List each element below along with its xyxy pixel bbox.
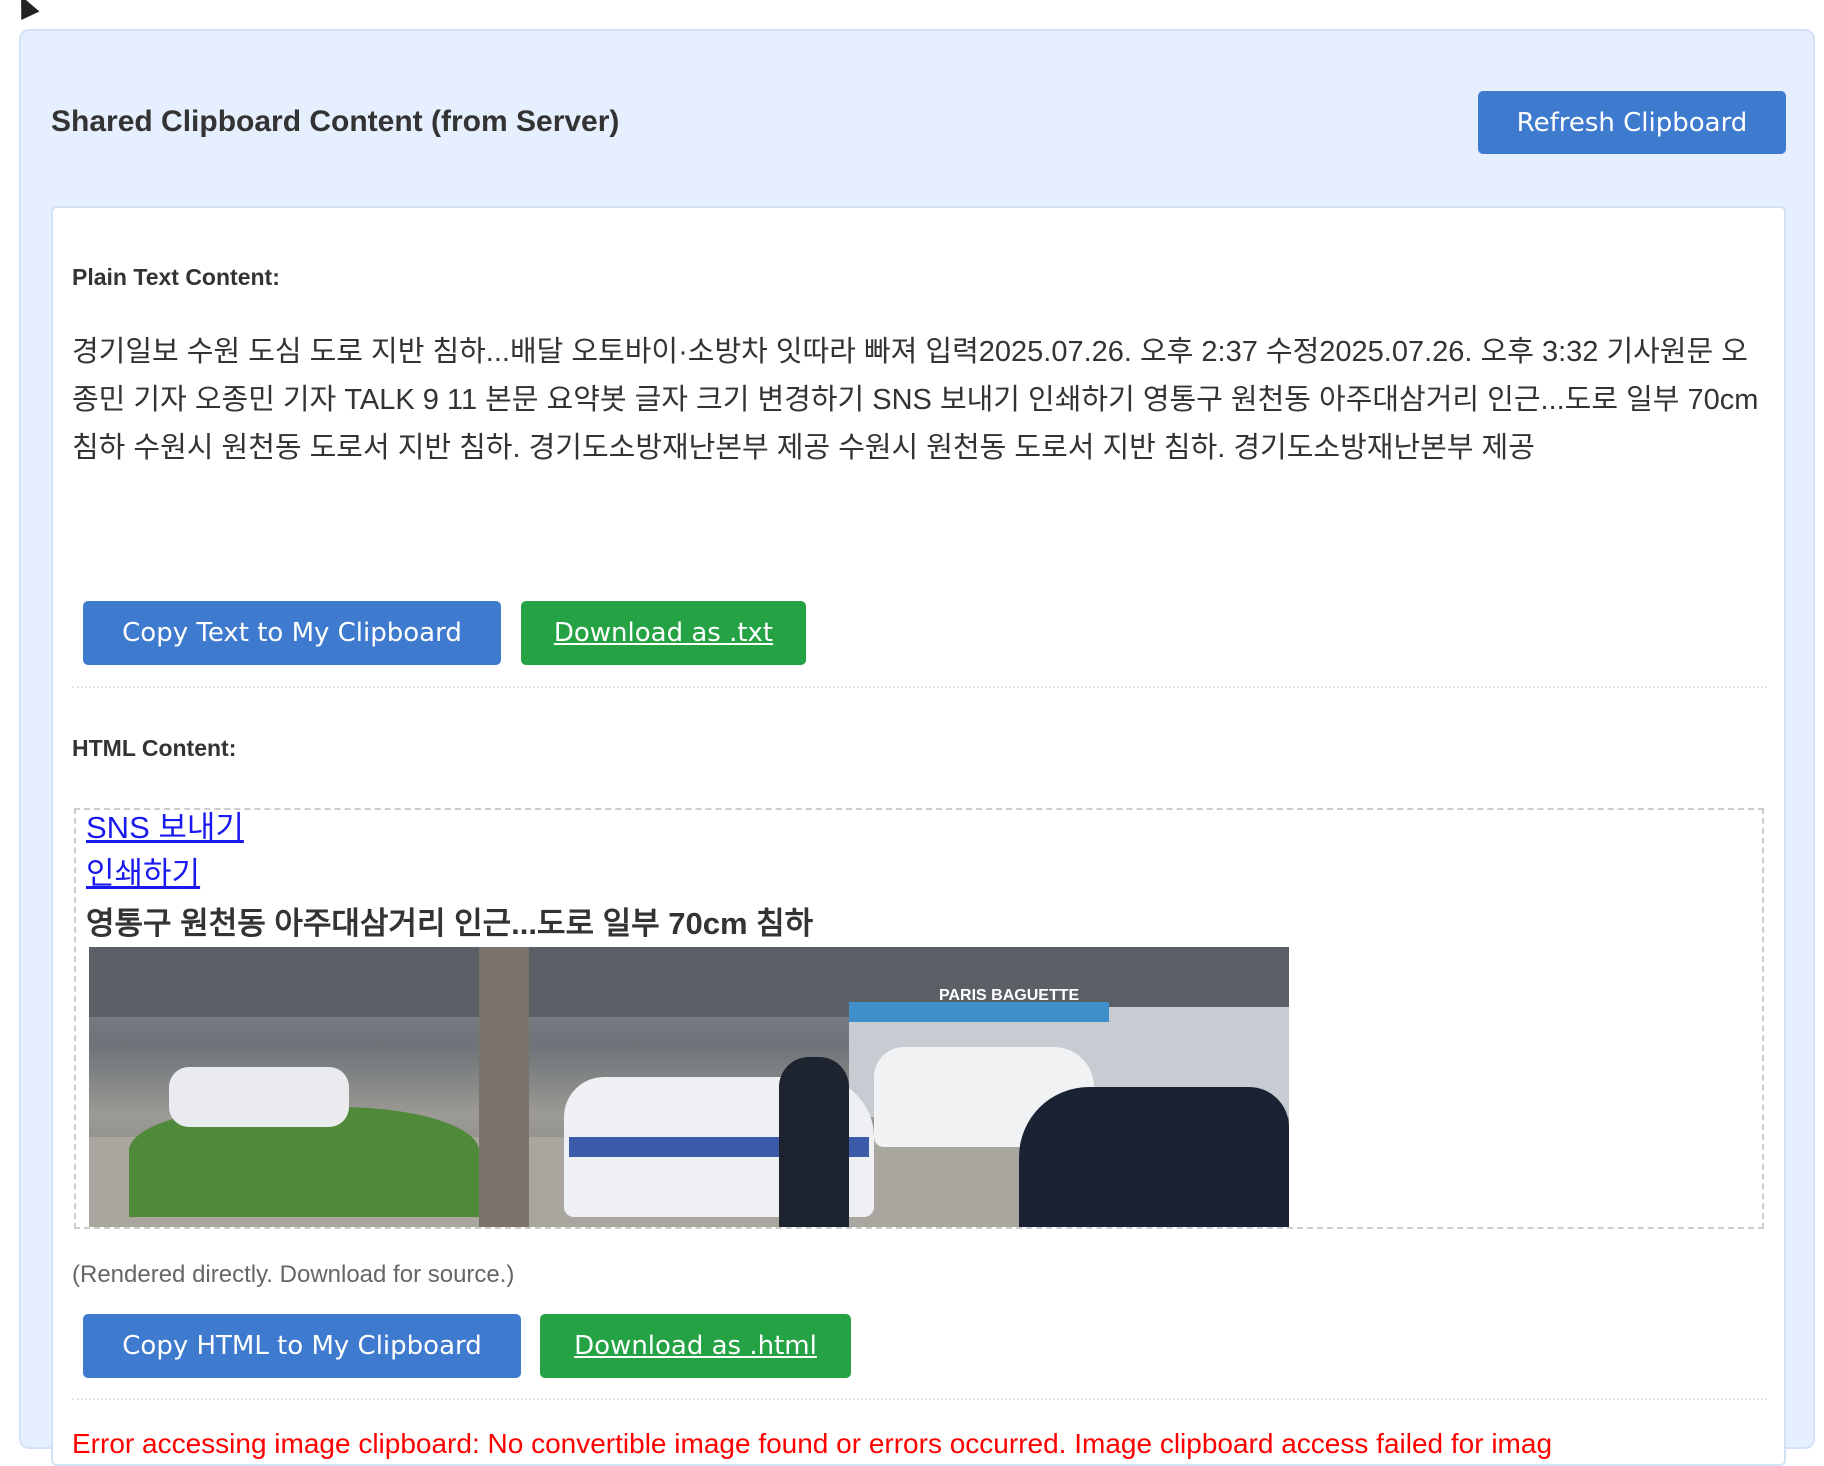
image-sign-text: PARIS BAGUETTE bbox=[939, 987, 1080, 1004]
panel-title: Shared Clipboard Content (from Server) bbox=[51, 105, 620, 138]
render-note: (Rendered directly. Download for source.… bbox=[72, 1261, 515, 1288]
download-html-button[interactable]: Download as .html bbox=[540, 1314, 851, 1378]
sns-share-link[interactable]: SNS 보내기 bbox=[86, 810, 244, 847]
refresh-clipboard-button[interactable]: Refresh Clipboard bbox=[1478, 91, 1786, 154]
article-subheading: 영통구 원천동 아주대삼거리 인근...도로 일부 70cm 침하 bbox=[86, 906, 814, 941]
image-clipboard-error: Error accessing image clipboard: No conv… bbox=[72, 1428, 1553, 1459]
download-txt-button[interactable]: Download as .txt bbox=[521, 601, 806, 665]
divider bbox=[72, 686, 1767, 688]
copy-html-button[interactable]: Copy HTML to My Clipboard bbox=[83, 1314, 521, 1378]
mouse-cursor-icon bbox=[12, 0, 40, 20]
html-render-box[interactable]: SNS 보내기 인쇄하기 영통구 원천동 아주대삼거리 인근...도로 일부 7… bbox=[74, 808, 1764, 1229]
article-photo: PARIS BAGUETTE bbox=[89, 947, 1289, 1227]
content-card: Plain Text Content: 경기일보 수원 도심 도로 지반 침하.… bbox=[51, 206, 1786, 1466]
plain-text-label: Plain Text Content: bbox=[72, 264, 280, 290]
print-link[interactable]: 인쇄하기 bbox=[86, 848, 200, 893]
clipboard-panel: Shared Clipboard Content (from Server) R… bbox=[19, 29, 1815, 1466]
html-content-label: HTML Content: bbox=[72, 735, 237, 761]
plain-text-content: 경기일보 수원 도심 도로 지반 침하...배달 오토바이·소방차 잇따라 빠져… bbox=[72, 336, 1759, 464]
divider bbox=[72, 1398, 1767, 1400]
copy-text-button[interactable]: Copy Text to My Clipboard bbox=[83, 601, 501, 665]
